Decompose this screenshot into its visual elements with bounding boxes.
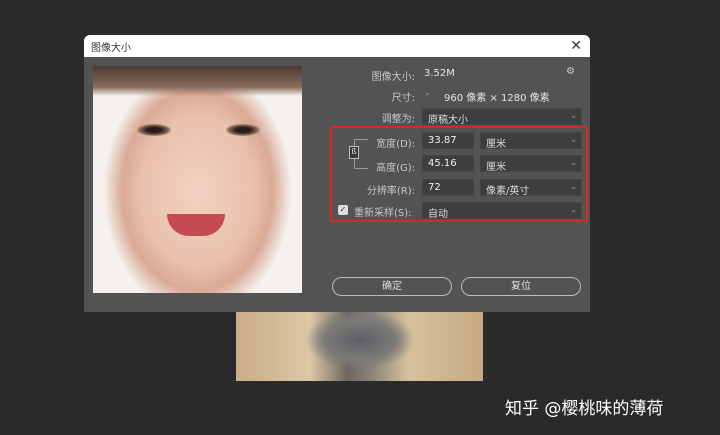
bow-tie-image bbox=[305, 310, 415, 370]
height-label: 高度(G): bbox=[376, 163, 415, 174]
height-unit-select[interactable]: 厘米 ⌄ bbox=[480, 155, 582, 173]
width-label: 宽度(D): bbox=[376, 139, 415, 150]
image-size-value: 3.52M bbox=[424, 68, 455, 79]
dims-unit-chevron-icon[interactable]: ⌄ bbox=[424, 88, 431, 97]
close-icon[interactable]: ✕ bbox=[570, 38, 582, 54]
width-unit-select[interactable]: 厘米 ⌄ bbox=[480, 132, 582, 150]
ok-button[interactable]: 确定 bbox=[332, 277, 452, 296]
right-eye bbox=[226, 124, 260, 136]
chevron-down-icon: ⌄ bbox=[570, 205, 577, 214]
height-unit: 厘米 bbox=[486, 162, 506, 173]
dims-label: 尺寸: bbox=[391, 93, 415, 104]
chevron-down-icon: ⌄ bbox=[570, 182, 577, 191]
resample-label: 重新采样(S): bbox=[354, 208, 412, 219]
resample-select[interactable]: 自动 ⌄ bbox=[422, 202, 582, 220]
chevron-down-icon: ⌄ bbox=[570, 135, 577, 144]
dialog-title: 图像大小 bbox=[91, 42, 131, 54]
gear-icon[interactable]: ⚙ bbox=[566, 66, 575, 77]
resample-checkbox[interactable]: ✓ bbox=[338, 205, 348, 215]
fit-to-select[interactable]: 原稿大小 ⌄ bbox=[422, 108, 582, 126]
dims-value: 960 像素 × 1280 像素 bbox=[444, 93, 550, 104]
fit-label: 调整为: bbox=[381, 114, 415, 125]
chevron-down-icon: ⌄ bbox=[570, 158, 577, 167]
preview-image[interactable] bbox=[93, 66, 302, 293]
mouth bbox=[167, 214, 225, 236]
image-size-dialog: 图像大小 ✕ 图像大小: 3.52M ⚙ 尺寸: ⌄ 960 像素 × 1280… bbox=[84, 35, 590, 312]
fit-value: 原稿大小 bbox=[428, 115, 468, 126]
resolution-label: 分辨率(R): bbox=[366, 186, 415, 197]
image-size-label: 图像大小: bbox=[371, 72, 415, 83]
width-unit: 厘米 bbox=[486, 139, 506, 150]
title-bar: 图像大小 bbox=[84, 35, 590, 57]
chevron-down-icon: ⌄ bbox=[570, 111, 577, 120]
watermark: 知乎 @樱桃味的薄荷 bbox=[505, 399, 664, 419]
resolution-unit: 像素/英寸 bbox=[486, 186, 530, 197]
width-input[interactable]: 33.87 bbox=[422, 132, 474, 149]
hair bbox=[93, 66, 302, 96]
reset-button[interactable]: 复位 bbox=[461, 277, 581, 296]
resample-value: 自动 bbox=[428, 209, 448, 220]
resolution-unit-select[interactable]: 像素/英寸 ⌄ bbox=[480, 179, 582, 197]
height-input[interactable]: 45.16 bbox=[422, 155, 474, 172]
resolution-input[interactable]: 72 bbox=[422, 179, 474, 196]
left-eye bbox=[137, 124, 171, 136]
